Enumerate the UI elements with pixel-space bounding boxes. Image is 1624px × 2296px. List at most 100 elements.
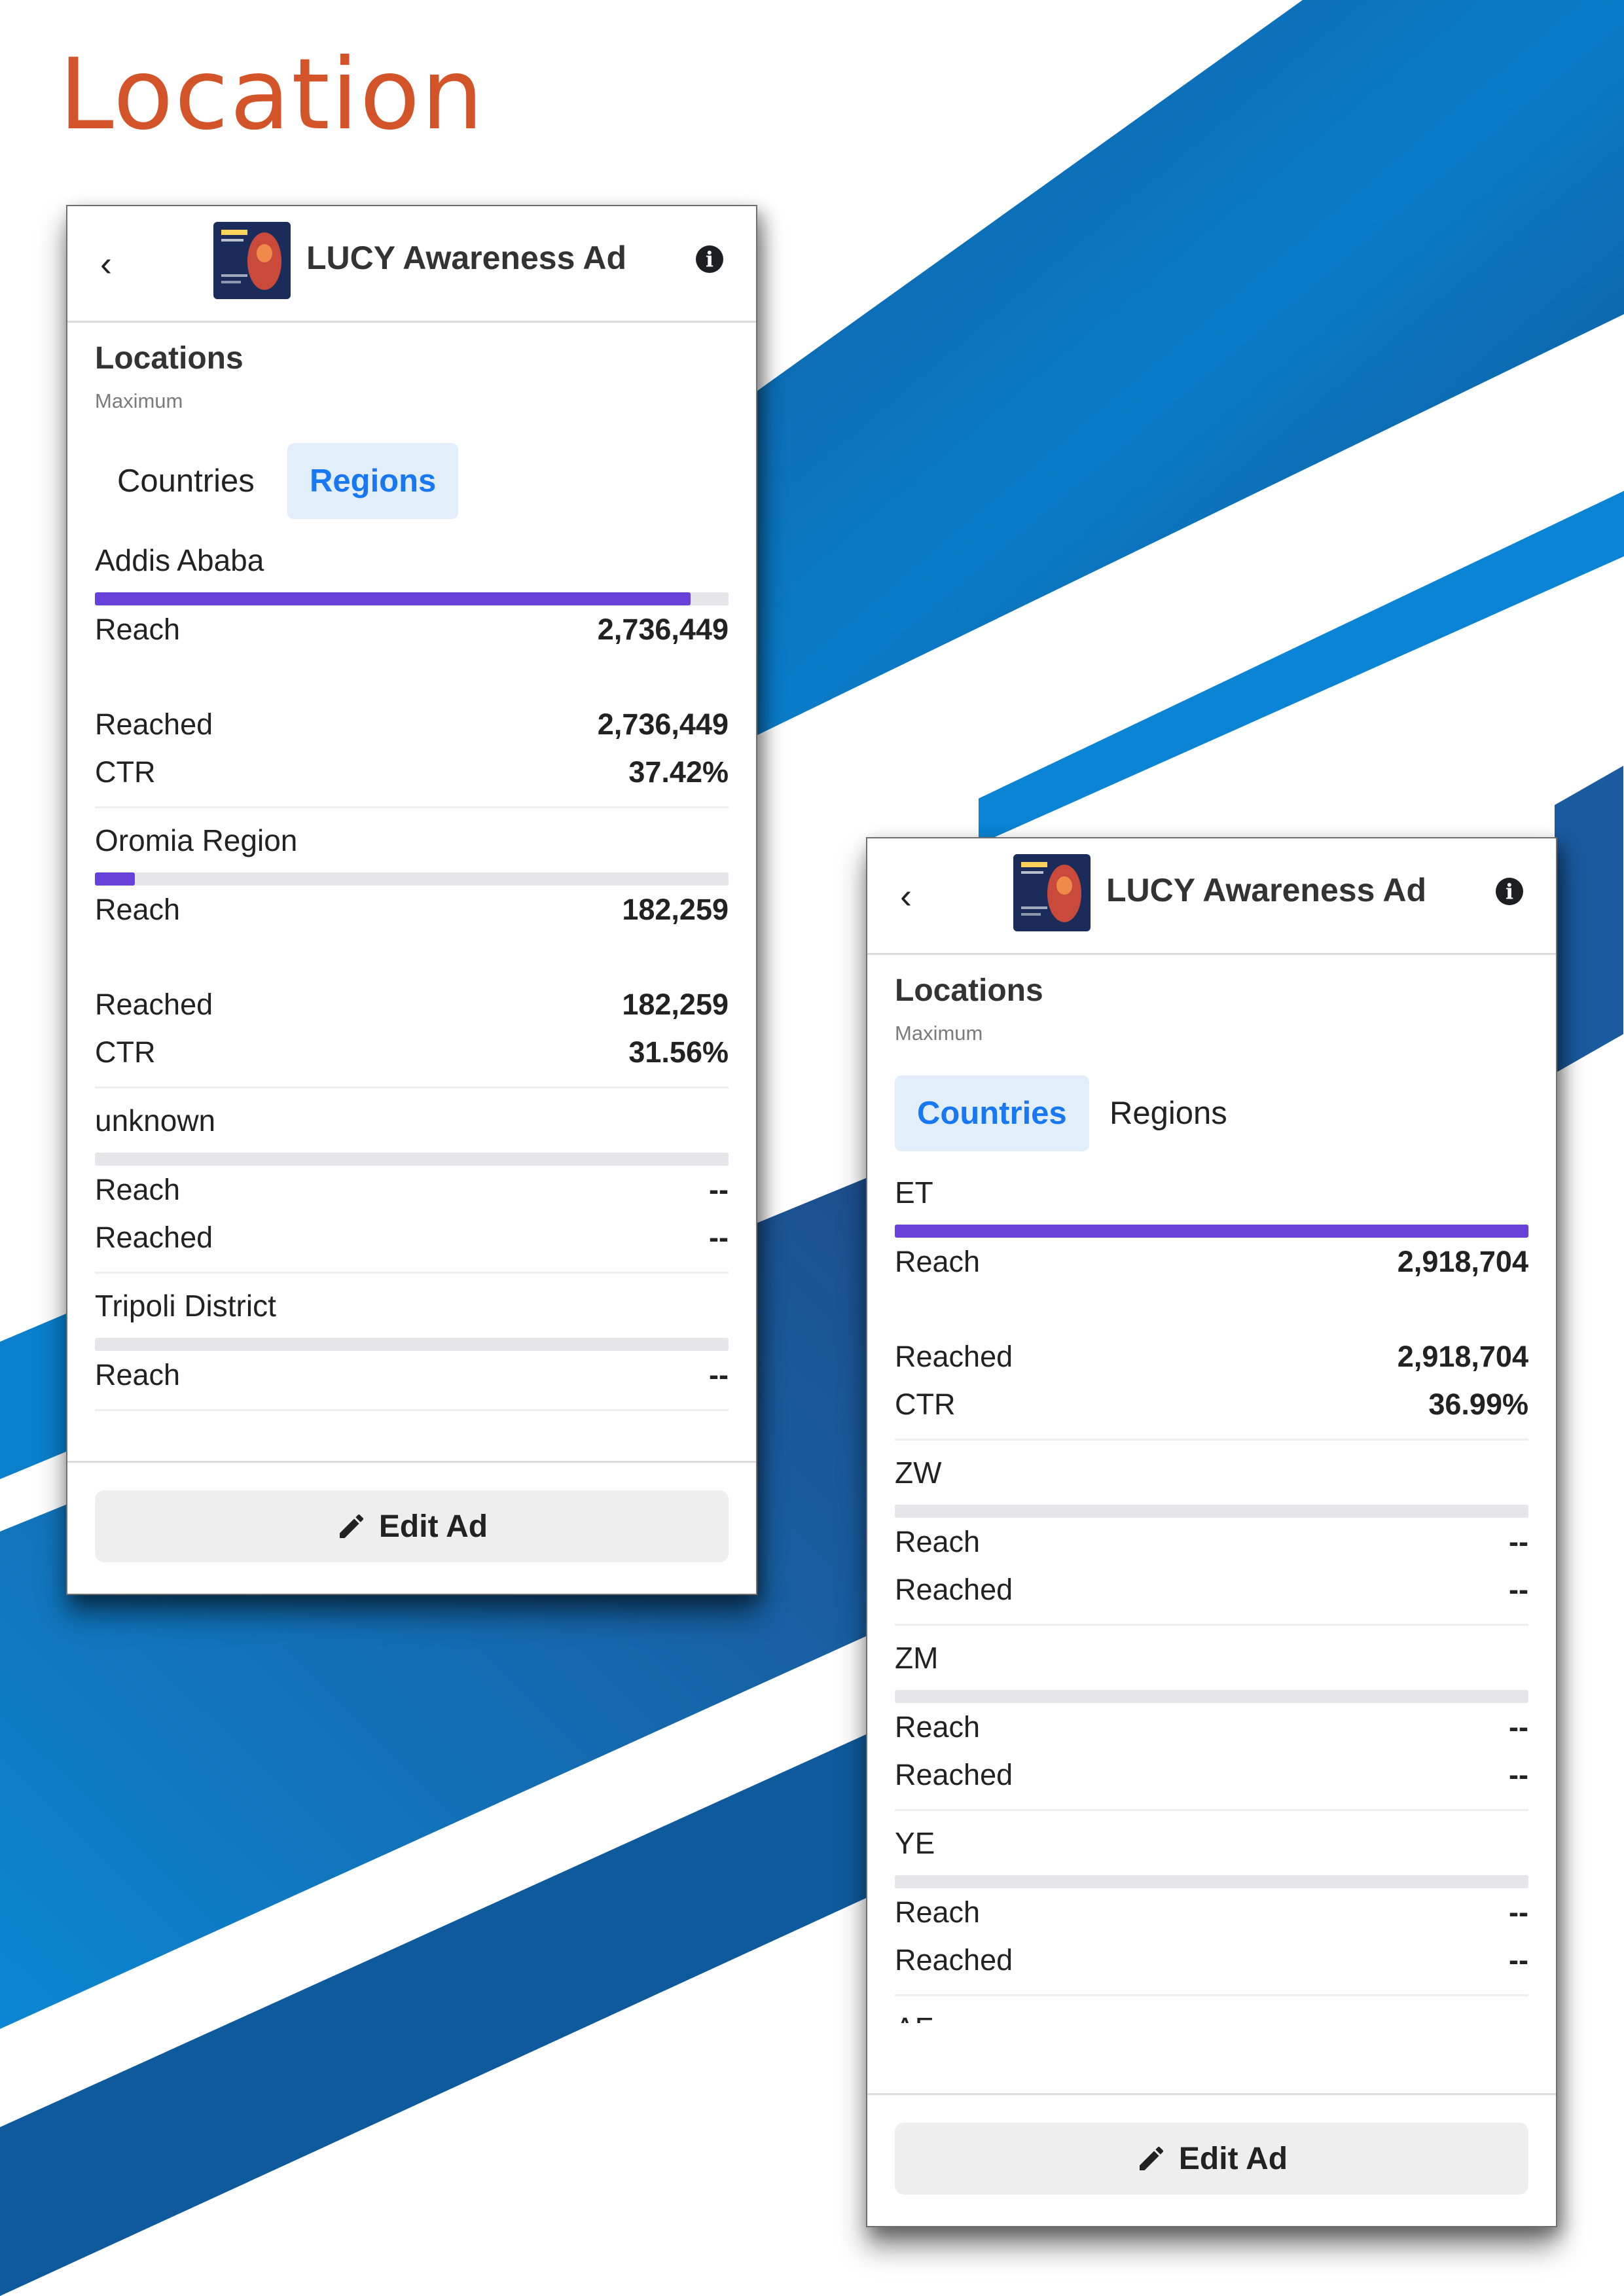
ad-thumbnail bbox=[213, 222, 291, 299]
reach-value: 2,736,449 bbox=[597, 613, 729, 646]
edit-ad-label: Edit Ad bbox=[378, 1509, 488, 1544]
ctr-row: CTR 37.42% bbox=[95, 748, 729, 796]
ctr-row: CTR 31.56% bbox=[95, 1028, 729, 1076]
location-name: ZM bbox=[895, 1641, 939, 1675]
reach-label: Reach bbox=[95, 613, 181, 646]
reach-value: -- bbox=[709, 1173, 729, 1206]
reach-value: 2,918,704 bbox=[1397, 1245, 1528, 1278]
reach-label: Reach bbox=[95, 893, 181, 926]
edit-ad-button[interactable]: Edit Ad bbox=[895, 2123, 1528, 2195]
tab-regions[interactable]: Regions bbox=[287, 443, 459, 519]
ad-locations-panel-countries: ‹ LUCY Awareness Ad i Locations Maximum … bbox=[866, 837, 1557, 2227]
reach-bar bbox=[895, 1690, 1528, 1703]
reached-value: -- bbox=[1509, 1573, 1528, 1606]
reach-row: Reach -- bbox=[895, 1518, 1528, 1566]
reached-label: Reached bbox=[95, 988, 213, 1021]
reach-label: Reach bbox=[95, 1173, 181, 1206]
list-item: YE Reach -- Reached -- bbox=[895, 1825, 1528, 1996]
location-name: Addis Ababa bbox=[95, 543, 264, 577]
pencil-icon bbox=[339, 1514, 363, 1538]
location-name: Tripoli District bbox=[95, 1289, 276, 1323]
panel-footer: Edit Ad bbox=[867, 2093, 1556, 2226]
ctr-value: 31.56% bbox=[628, 1035, 729, 1069]
info-icon[interactable]: i bbox=[1496, 878, 1523, 905]
reach-value: -- bbox=[1509, 1895, 1528, 1929]
edit-ad-label: Edit Ad bbox=[1178, 2141, 1288, 2176]
reached-label: Reached bbox=[895, 1340, 1013, 1373]
reach-bar bbox=[895, 1505, 1528, 1518]
tab-countries[interactable]: Countries bbox=[895, 1075, 1089, 1151]
reached-row: Reached 2,736,449 bbox=[95, 700, 729, 748]
reach-row: Reach -- bbox=[895, 1703, 1528, 1751]
location-name: YE bbox=[895, 1826, 935, 1860]
section-title: Locations bbox=[895, 973, 1043, 1008]
location-name: Oromia Region bbox=[95, 823, 298, 857]
ad-locations-panel-regions: ‹ LUCY Awareness Ad i Locations Maximum … bbox=[66, 205, 757, 1595]
reach-value: -- bbox=[1509, 1525, 1528, 1558]
ctr-row: CTR 36.99% bbox=[895, 1380, 1528, 1428]
reach-bar bbox=[95, 592, 729, 605]
reached-value: 2,736,449 bbox=[597, 708, 729, 741]
reached-row: Reached -- bbox=[95, 1213, 729, 1261]
reach-bar bbox=[95, 1153, 729, 1166]
reach-label: Reach bbox=[895, 1895, 981, 1929]
reached-row: Reached 2,918,704 bbox=[895, 1333, 1528, 1380]
reach-label: Reach bbox=[895, 1710, 981, 1744]
reached-row: Reached 182,259 bbox=[95, 980, 729, 1028]
reach-label: Reach bbox=[895, 1525, 981, 1558]
reach-value: -- bbox=[1509, 1710, 1528, 1744]
reach-row: Reach -- bbox=[95, 1166, 729, 1213]
reach-value: 182,259 bbox=[622, 893, 729, 926]
section-title: Locations bbox=[95, 341, 244, 376]
ctr-label: CTR bbox=[95, 1035, 156, 1069]
reached-label: Reached bbox=[95, 1221, 213, 1254]
section-subtitle: Maximum bbox=[95, 389, 183, 412]
list-item: Addis Ababa Reach 2,736,449 Reached 2,736,… bbox=[95, 543, 729, 808]
pencil-icon bbox=[1139, 2146, 1163, 2170]
tab-countries[interactable]: Countries bbox=[95, 443, 277, 519]
edit-ad-button[interactable]: Edit Ad bbox=[95, 1490, 729, 1562]
back-chevron-icon[interactable]: ‹ bbox=[900, 870, 952, 922]
panel-footer: Edit Ad bbox=[67, 1461, 756, 1594]
reach-bar-fill bbox=[95, 872, 135, 886]
reached-label: Reached bbox=[895, 1573, 1013, 1606]
reached-value: 2,918,704 bbox=[1397, 1340, 1528, 1373]
reached-value: -- bbox=[709, 1221, 729, 1254]
reached-label: Reached bbox=[895, 1758, 1013, 1791]
location-name: ET bbox=[895, 1175, 933, 1210]
page-title: Location bbox=[59, 38, 485, 152]
reached-label: Reached bbox=[95, 708, 213, 741]
location-name: AF bbox=[895, 2011, 1528, 2023]
reached-row: Reached -- bbox=[895, 1751, 1528, 1799]
back-chevron-icon[interactable]: ‹ bbox=[100, 238, 153, 290]
reach-row: Reach 2,736,449 bbox=[95, 605, 729, 653]
reached-row: Reached -- bbox=[895, 1936, 1528, 1984]
ctr-label: CTR bbox=[95, 755, 156, 789]
location-name: unknown bbox=[95, 1103, 216, 1138]
reach-value: -- bbox=[709, 1358, 729, 1391]
reach-label: Reach bbox=[895, 1245, 981, 1278]
reached-value: -- bbox=[1509, 1758, 1528, 1791]
panel-header: ‹ LUCY Awareness Ad i bbox=[67, 206, 756, 323]
reach-bar-fill bbox=[95, 592, 691, 605]
ad-title: LUCY Awareness Ad bbox=[1106, 872, 1427, 908]
list-item: unknown Reach -- Reached -- bbox=[95, 1103, 729, 1274]
location-list: Addis Ababa Reach 2,736,449 Reached 2,736,… bbox=[95, 540, 729, 1558]
reached-label: Reached bbox=[895, 1943, 1013, 1977]
reach-row: Reach -- bbox=[895, 1888, 1528, 1936]
reach-row: Reach -- bbox=[95, 1351, 729, 1399]
info-icon[interactable]: i bbox=[696, 245, 723, 273]
list-item: Oromia Region Reach 182,259 Reached 182,25… bbox=[95, 823, 729, 1088]
list-item: AF bbox=[895, 2011, 1528, 2023]
ctr-value: 36.99% bbox=[1428, 1388, 1528, 1421]
reached-row: Reached -- bbox=[895, 1566, 1528, 1613]
reach-label: Reach bbox=[95, 1358, 181, 1391]
reached-value: -- bbox=[1509, 1943, 1528, 1977]
list-item: ZM Reach -- Reached -- bbox=[895, 1640, 1528, 1811]
location-name: ZW bbox=[895, 1456, 942, 1490]
list-item: Tripoli District Reach -- bbox=[95, 1288, 729, 1411]
reach-bar-fill bbox=[895, 1225, 1528, 1238]
tab-regions[interactable]: Regions bbox=[1087, 1075, 1250, 1151]
reach-row: Reach 182,259 bbox=[95, 886, 729, 933]
ctr-value: 37.42% bbox=[628, 755, 729, 789]
